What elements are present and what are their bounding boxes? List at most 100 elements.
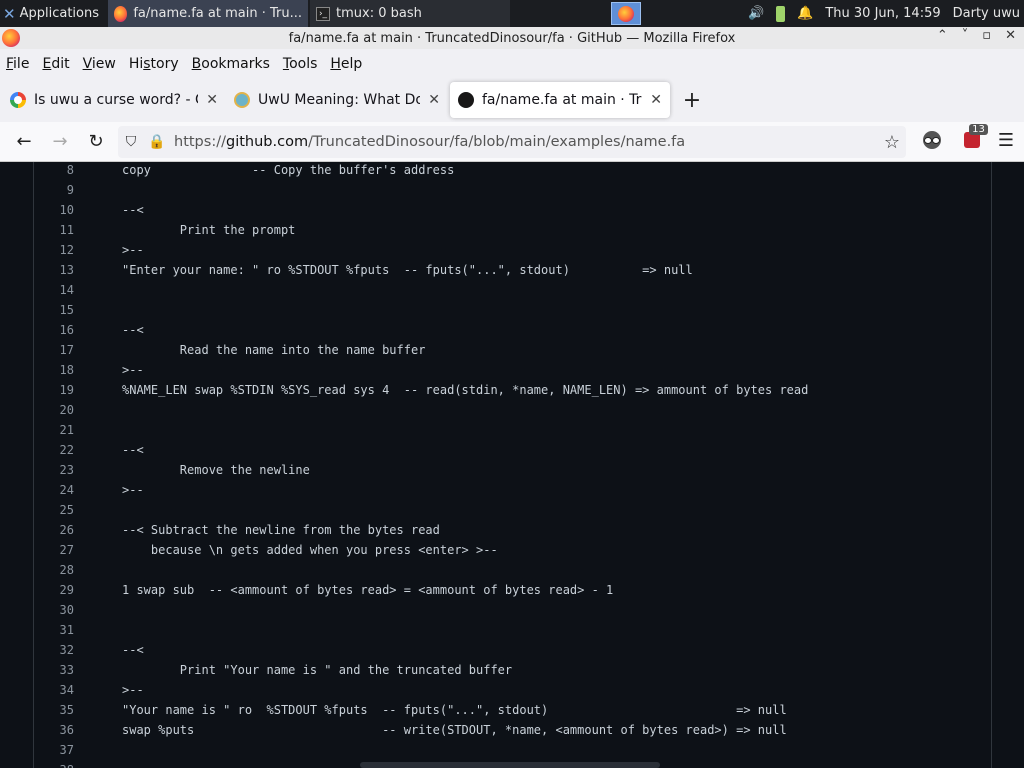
page-content: 8 copy -- Copy the buffer's address 9 10 --<… — [0, 162, 1024, 768]
menu-bookmarks[interactable]: Bookmarks — [192, 56, 270, 72]
extension-privacy-button[interactable] — [918, 126, 946, 154]
line-number[interactable]: 21 — [34, 420, 74, 440]
line-number[interactable]: 9 — [34, 180, 74, 200]
line-number[interactable]: 23 — [34, 460, 74, 480]
google-icon — [10, 92, 26, 108]
horizontal-scrollbar[interactable] — [360, 762, 660, 768]
line-number[interactable]: 19 — [34, 380, 74, 400]
line-number[interactable]: 35 — [34, 700, 74, 720]
hamburger-menu-icon[interactable]: ☰ — [998, 130, 1014, 151]
code-line: 16 --< — [34, 320, 984, 340]
back-button[interactable]: ← — [6, 126, 42, 158]
code-text: >-- — [122, 683, 144, 697]
close-icon[interactable]: ✕ — [428, 92, 440, 108]
close-icon[interactable]: ✕ — [1005, 28, 1016, 43]
menu-file[interactable]: File — [6, 56, 29, 72]
url-bar[interactable]: ⛉ 🔒 https://github.com/TruncatedDinosour… — [118, 126, 906, 158]
navigation-bar: ← → ↻ ⛉ 🔒 https://github.com/TruncatedDi… — [0, 122, 1024, 162]
tab-uwu-meaning[interactable]: UwU Meaning: What Doe ✕ — [226, 82, 448, 118]
line-number[interactable]: 32 — [34, 640, 74, 660]
code-line: 17 Read the name into the name buffer — [34, 340, 984, 360]
line-number[interactable]: 37 — [34, 740, 74, 760]
line-number[interactable]: 17 — [34, 340, 74, 360]
menu-edit[interactable]: Edit — [42, 56, 69, 72]
line-number[interactable]: 34 — [34, 680, 74, 700]
glasses-icon — [922, 131, 941, 149]
line-number[interactable]: 29 — [34, 580, 74, 600]
line-number[interactable]: 8 — [34, 162, 74, 180]
code-text: 1 swap sub -- <ammount of bytes read> = … — [122, 583, 614, 597]
code-line: 23 Remove the newline — [34, 460, 984, 480]
code-text: Remove the newline — [122, 463, 310, 477]
line-number[interactable]: 11 — [34, 220, 74, 240]
close-icon[interactable]: ✕ — [206, 92, 218, 108]
line-number[interactable]: 20 — [34, 400, 74, 420]
maximize-icon[interactable]: ▫ — [982, 28, 991, 43]
taskbar-firefox-label: fa/name.fa at main · Tru... — [133, 6, 302, 21]
line-number[interactable]: 30 — [34, 600, 74, 620]
code-line: 19 %NAME_LEN swap %STDIN %SYS_read sys 4 … — [34, 380, 984, 400]
taskbar-terminal[interactable]: ›_ tmux: 0 bash — [310, 0, 510, 27]
volume-icon[interactable]: 🔊 — [748, 6, 764, 21]
code-line: 28 — [34, 560, 984, 580]
url-text[interactable]: https://github.com/TruncatedDinosour/fa/… — [174, 134, 685, 150]
menu-history[interactable]: History — [129, 56, 179, 72]
code-text: because \n gets added when you press <en… — [122, 543, 498, 557]
line-number[interactable]: 13 — [34, 260, 74, 280]
line-number[interactable]: 25 — [34, 500, 74, 520]
taskbar-firefox[interactable]: fa/name.fa at main · Tru... — [108, 0, 308, 27]
line-number[interactable]: 24 — [34, 480, 74, 500]
tab-github-name-fa[interactable]: fa/name.fa at main · Trun ✕ — [450, 82, 670, 118]
line-number[interactable]: 22 — [34, 440, 74, 460]
forward-button[interactable]: → — [42, 126, 78, 158]
lock-icon[interactable]: 🔒 — [144, 134, 170, 150]
notification-bell-icon[interactable]: 🔔 — [797, 6, 813, 21]
applications-menu[interactable]: ✕ Applications — [0, 0, 108, 27]
tab-uwu-curse[interactable]: Is uwu a curse word? - Gr ✕ — [2, 82, 226, 118]
desktop-panel: ✕ Applications fa/name.fa at main · Tru.… — [0, 0, 1024, 27]
github-icon — [458, 92, 474, 108]
system-tray: 🔊 🔔 Thu 30 Jun, 14:59 Darty uwu — [748, 5, 1024, 22]
line-number[interactable]: 28 — [34, 560, 74, 580]
line-number[interactable]: 15 — [34, 300, 74, 320]
tab-label: UwU Meaning: What Doe — [258, 92, 421, 108]
menu-bar: File Edit View History Bookmarks Tools H… — [0, 49, 1024, 78]
menu-help[interactable]: Help — [330, 56, 362, 72]
line-number[interactable]: 14 — [34, 280, 74, 300]
code-line: 13 "Enter your name: " ro %STDOUT %fputs … — [34, 260, 984, 280]
battery-icon[interactable] — [776, 5, 786, 22]
menu-tools[interactable]: Tools — [283, 56, 318, 72]
line-number[interactable]: 18 — [34, 360, 74, 380]
minimize-icon[interactable]: ˅ — [962, 28, 969, 43]
bookmark-star-icon[interactable]: ☆ — [884, 132, 900, 153]
line-number[interactable]: 33 — [34, 660, 74, 680]
code-line: 14 — [34, 280, 984, 300]
code-line: 8 copy -- Copy the buffer's address — [34, 162, 984, 180]
line-number[interactable]: 36 — [34, 720, 74, 740]
line-number[interactable]: 10 — [34, 200, 74, 220]
clock[interactable]: Thu 30 Jun, 14:59 — [825, 6, 940, 21]
applications-label: Applications — [19, 6, 99, 21]
line-number[interactable]: 38 — [34, 760, 74, 768]
code-text: >-- — [122, 363, 144, 377]
extension-ublock-button[interactable]: 13 — [958, 124, 988, 154]
reload-button[interactable]: ↻ — [78, 126, 114, 158]
line-number[interactable]: 16 — [34, 320, 74, 340]
code-text: --< — [122, 323, 144, 337]
line-number[interactable]: 31 — [34, 620, 74, 640]
shield-icon[interactable]: ⛉ — [118, 134, 144, 150]
chevron-up-icon[interactable]: ⌃ — [937, 28, 948, 43]
user-menu[interactable]: Darty uwu — [953, 6, 1020, 21]
code-text: Print "Your name is " and the truncated … — [122, 663, 513, 677]
code-text: --< — [122, 443, 144, 457]
new-tab-button[interactable]: + — [676, 84, 708, 116]
close-icon[interactable]: ✕ — [650, 92, 662, 108]
code-line: 26 --< Subtract the newline from the byte… — [34, 520, 984, 540]
line-number[interactable]: 26 — [34, 520, 74, 540]
line-number[interactable]: 12 — [34, 240, 74, 260]
line-number[interactable]: 27 — [34, 540, 74, 560]
code-line: 25 — [34, 500, 984, 520]
menu-view[interactable]: View — [83, 56, 116, 72]
workspace-switcher[interactable] — [610, 2, 641, 25]
code-line: 29 1 swap sub -- <ammount of bytes read> … — [34, 580, 984, 600]
